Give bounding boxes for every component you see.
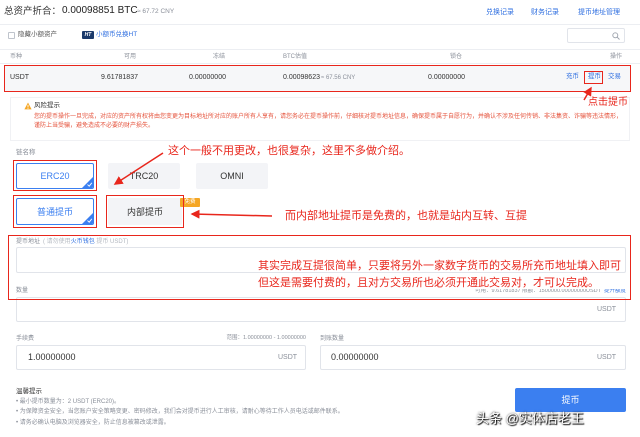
finance-records-link[interactable]: 财务记录	[531, 9, 559, 16]
watermark: 头条 @实体店老王	[476, 412, 584, 425]
col-header-available: 可用	[124, 54, 137, 60]
annotation-external-note-2: 但这是需要付费的，且对方交易所也必须开通此交易对，才可以完成。	[258, 277, 599, 289]
address-field[interactable]	[16, 247, 626, 273]
fee-label: 手续费	[16, 336, 35, 342]
withdraw-link[interactable]: 提币	[588, 73, 601, 81]
submit-withdraw-button[interactable]: 提币	[515, 388, 626, 412]
exchange-records-link[interactable]: 兑换记录	[486, 9, 514, 16]
tips-item-text: 请务必确认电脑及浏览器安全，防止信息被篡改或泄露。	[19, 420, 170, 426]
receive-unit: USDT	[597, 354, 617, 361]
annotation-arrow-internal	[190, 209, 273, 219]
fee-range: 范围：1.00000000 - 1.00000000	[226, 335, 306, 341]
address-hint-suffix: 提币 USDT)	[94, 239, 129, 245]
risk-notice-text: 您的提币操作一旦完成，对应的资产所有权将由您变更为目标地址所对应的账户所有人享有…	[34, 114, 623, 129]
search-box[interactable]	[567, 28, 625, 43]
chain-option-trc20[interactable]: TRC20	[108, 163, 180, 189]
annotation-internal-note: 而内部地址提币是免费的，也就是站内互转、互提	[285, 210, 527, 222]
withdraw-type-label: 内部提币	[126, 207, 163, 217]
col-header-actions: 操作	[610, 54, 623, 60]
warning-icon	[24, 102, 32, 110]
chain-option-label: OMNI	[220, 171, 244, 181]
free-badge: 免费	[180, 198, 200, 207]
check-icon	[82, 213, 93, 224]
amount-field[interactable]	[16, 297, 626, 322]
address-hint-prefix: ( 请勿使用	[43, 239, 71, 245]
submit-withdraw-label: 提币	[561, 394, 580, 405]
watermark-brand: 头条	[476, 411, 503, 426]
col-header-coin: 币种	[10, 54, 23, 60]
withdraw-page: 总资产折合： 0.00098851 BTC ≈ 67.72 CNY 兑换记录 财…	[0, 0, 640, 437]
tips-item: • 为保障资金安全，当您账户安全策略变更、密码修改，我们会对提币进行人工审核，请…	[16, 409, 344, 415]
tips-item: • 最小提币数量为：2 USDT (ERC20)。	[16, 399, 121, 405]
risk-notice-title: 风险提示	[34, 102, 60, 109]
total-assets-cny: ≈ 67.72 CNY	[137, 8, 175, 15]
tips-item-text: 最小提币数量为：2 USDT (ERC20)。	[19, 399, 121, 405]
trade-link[interactable]: 交易	[608, 73, 621, 81]
total-assets-btc: 0.00098851 BTC	[62, 5, 138, 16]
search-icon[interactable]	[612, 32, 620, 40]
row-available: 9.61781837	[101, 74, 138, 81]
convert-to-ht-link[interactable]: 小额币兑换HT	[96, 31, 137, 39]
withdraw-address-manage-link[interactable]: 提币地址管理	[578, 9, 620, 16]
withdraw-type-label: 普通提币	[36, 207, 73, 217]
receive-value: 0.00000000	[331, 352, 379, 362]
row-locked: 0.00000000	[428, 74, 465, 81]
raise-limit-link[interactable]: 提升额度	[604, 289, 626, 295]
fee-unit: USDT	[278, 354, 298, 361]
total-assets-label: 总资产折合：	[4, 6, 62, 17]
row-coin: USDT	[10, 74, 30, 81]
row-frozen: 0.00000000	[189, 74, 226, 81]
chain-label: 链名称	[16, 149, 36, 156]
amount-limit-text: 可用：9.61781837 限额：1500000.00000000USDT	[475, 289, 601, 294]
col-header-frozen: 冻结	[213, 54, 226, 60]
col-header-btc-value: BTC估值	[283, 54, 308, 60]
header-divider	[0, 24, 640, 25]
chain-option-omni[interactable]: OMNI	[196, 163, 268, 189]
chain-option-label: ERC20	[40, 171, 70, 181]
ht-logo-icon: HT	[82, 31, 94, 39]
receive-label: 到账数量	[320, 336, 345, 342]
address-input[interactable]	[17, 248, 625, 272]
amount-label: 数量	[16, 288, 29, 294]
check-icon	[82, 177, 93, 188]
row-btc-value-cny: ≈ 67.56 CNY	[321, 75, 356, 81]
row-btc-value: 0.00098623	[283, 74, 320, 81]
hide-small-assets-checkbox[interactable]	[8, 32, 15, 39]
tips-item-text: 为保障资金安全，当您账户安全策略变更、密码修改，我们会对提币进行人工审核，请耐心…	[19, 409, 344, 415]
tips-title: 温馨提示	[16, 388, 42, 395]
fee-value: 1.00000000	[28, 352, 76, 362]
tips-item: • 请务必确认电脑及浏览器安全，防止信息被篡改或泄露。	[16, 420, 170, 426]
table-header-border	[0, 63, 640, 64]
amount-unit: USDT	[597, 306, 617, 313]
chain-option-label: TRC20	[129, 171, 159, 181]
wallet-link[interactable]: 火币钱包	[71, 239, 95, 245]
watermark-handle: @实体店老王	[505, 411, 584, 426]
address-label-row: 提币地址 ( 请勿使用 火币钱包 提币 USDT)	[16, 239, 128, 245]
chain-option-erc20[interactable]: ERC20	[16, 163, 94, 189]
table-top-border	[0, 49, 640, 50]
address-label: 提币地址	[16, 239, 41, 245]
amount-input[interactable]	[17, 298, 625, 321]
deposit-link[interactable]: 充币	[566, 73, 579, 81]
withdraw-type-internal[interactable]: 内部提币	[108, 198, 182, 225]
amount-limit-row: 可用：9.61781837 限额：1500000.00000000USDT 提升…	[420, 289, 626, 295]
withdraw-type-normal[interactable]: 普通提币	[16, 198, 94, 225]
annotation-chain-note: 这个一般不用更改，也很复杂，这里不多做介绍。	[168, 145, 410, 157]
hide-small-assets-label: 隐藏小额资产	[18, 31, 57, 38]
ht-logo-text: HT	[84, 31, 92, 38]
col-header-locked: 锁仓	[450, 54, 463, 60]
